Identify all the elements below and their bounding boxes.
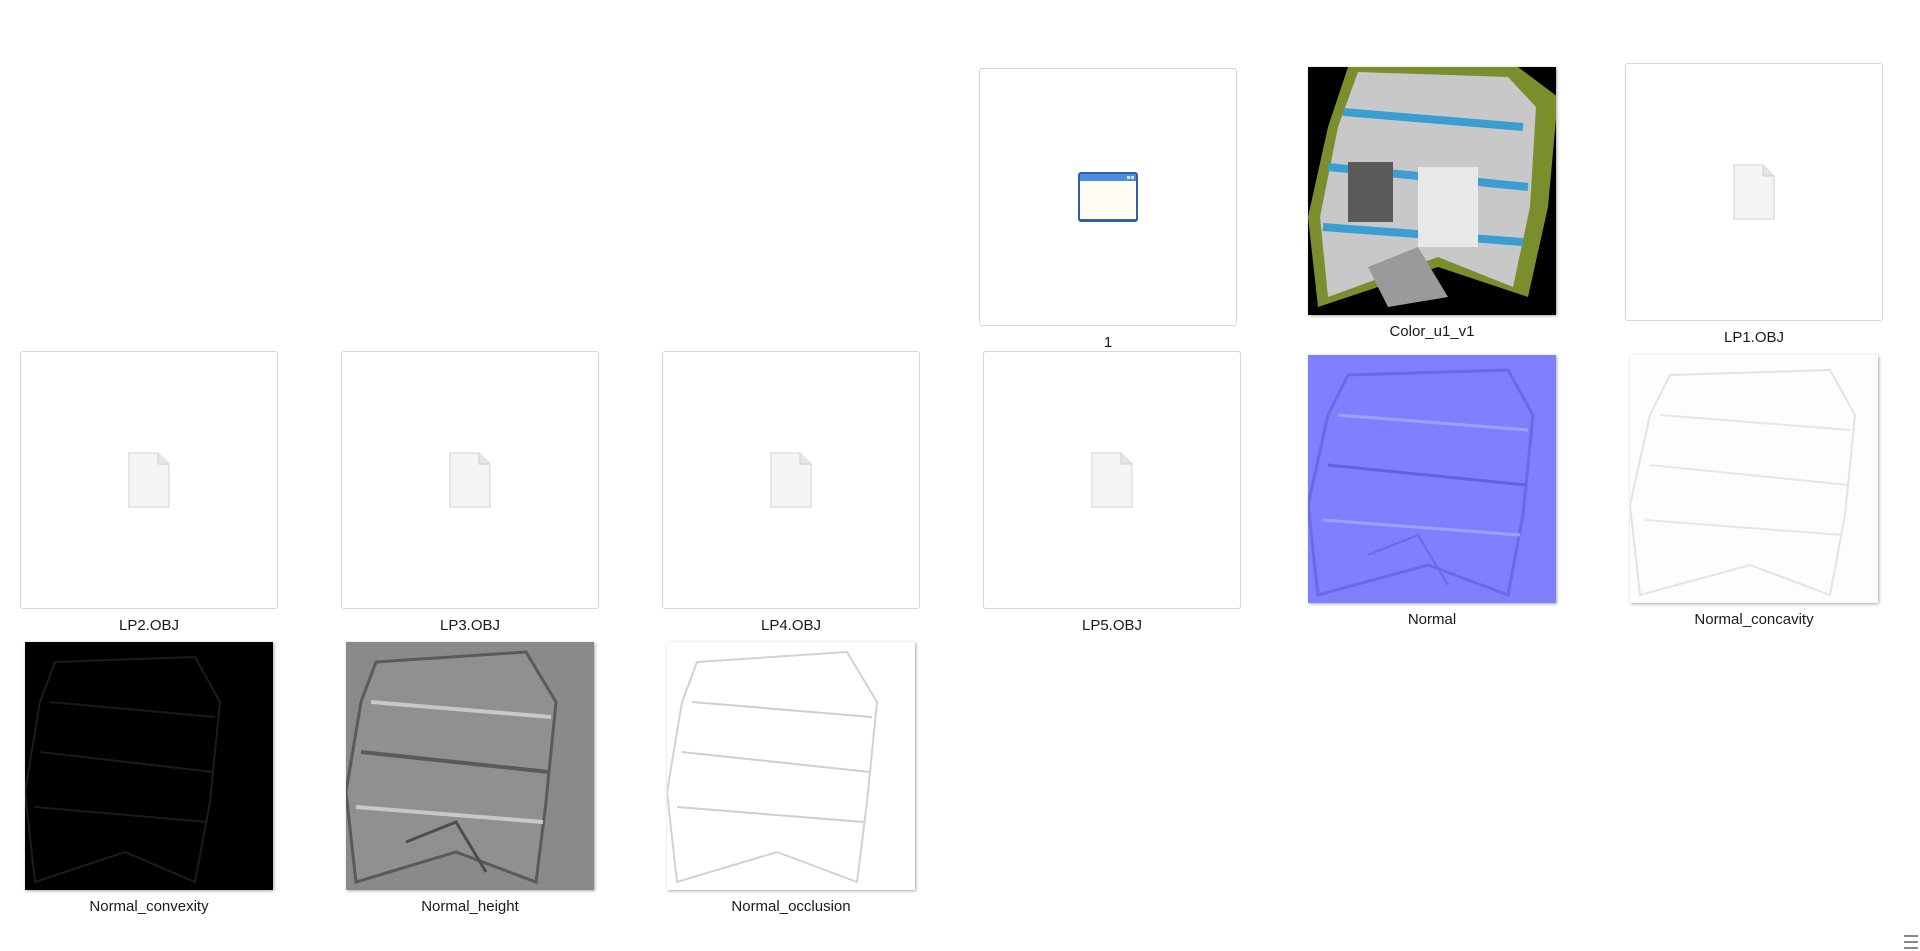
file-grid: 1 Color_u1_v1 LP1.OBJ LP2.OBJ LP3.OBJ LP… <box>0 0 1920 951</box>
concavity-map-preview <box>1630 355 1878 603</box>
file-item-normal[interactable]: Normal <box>1303 351 1561 628</box>
texture-preview <box>1308 67 1556 315</box>
file-item-normal-height[interactable]: Normal_height <box>341 638 599 915</box>
image-thumbnail <box>1308 355 1556 603</box>
file-name: 1 <box>1103 334 1113 351</box>
blank-document-icon <box>449 452 491 508</box>
normal-map-preview <box>1308 355 1556 603</box>
occlusion-map-preview <box>667 642 915 890</box>
file-name: Normal_occlusion <box>731 898 851 915</box>
file-item-normal-occlusion[interactable]: Normal_occlusion <box>662 638 920 915</box>
file-thumbnail <box>983 351 1241 609</box>
image-thumbnail <box>667 642 915 890</box>
blank-document-icon <box>128 452 170 508</box>
file-thumbnail <box>1625 63 1883 321</box>
file-item-color[interactable]: Color_u1_v1 <box>1303 63 1561 340</box>
file-item-lp3[interactable]: LP3.OBJ <box>341 351 599 634</box>
file-name: Color_u1_v1 <box>1389 323 1475 340</box>
file-item-1[interactable]: 1 <box>979 68 1237 351</box>
file-thumbnail <box>979 68 1237 326</box>
file-name: Normal_convexity <box>89 898 209 915</box>
file-name: LP3.OBJ <box>439 617 501 634</box>
image-thumbnail <box>1630 355 1878 603</box>
file-name: Normal_height <box>421 898 519 915</box>
file-thumbnail <box>341 351 599 609</box>
file-item-normal-concavity[interactable]: Normal_concavity <box>1625 351 1883 628</box>
file-item-lp4[interactable]: LP4.OBJ <box>662 351 920 634</box>
blank-document-icon <box>1733 164 1775 220</box>
file-thumbnail <box>20 351 278 609</box>
file-item-lp2[interactable]: LP2.OBJ <box>20 351 278 634</box>
file-name: LP5.OBJ <box>1081 617 1143 634</box>
file-item-lp5[interactable]: LP5.OBJ <box>983 351 1241 634</box>
file-name: LP1.OBJ <box>1723 329 1785 346</box>
file-name: LP2.OBJ <box>118 617 180 634</box>
blank-document-icon <box>770 452 812 508</box>
file-name: Normal_concavity <box>1694 611 1814 628</box>
blank-document-icon <box>1091 452 1133 508</box>
image-thumbnail <box>346 642 594 890</box>
file-name: LP4.OBJ <box>760 617 822 634</box>
height-map-preview <box>346 642 594 890</box>
file-item-normal-convexity[interactable]: Normal_convexity <box>20 638 278 915</box>
view-options-icon[interactable] <box>1904 935 1918 949</box>
image-thumbnail <box>1308 67 1556 315</box>
file-thumbnail <box>662 351 920 609</box>
file-name: Normal <box>1407 611 1457 628</box>
image-thumbnail <box>25 642 273 890</box>
file-item-lp1[interactable]: LP1.OBJ <box>1625 63 1883 346</box>
application-window-icon <box>1077 171 1139 223</box>
convexity-map-preview <box>25 642 273 890</box>
